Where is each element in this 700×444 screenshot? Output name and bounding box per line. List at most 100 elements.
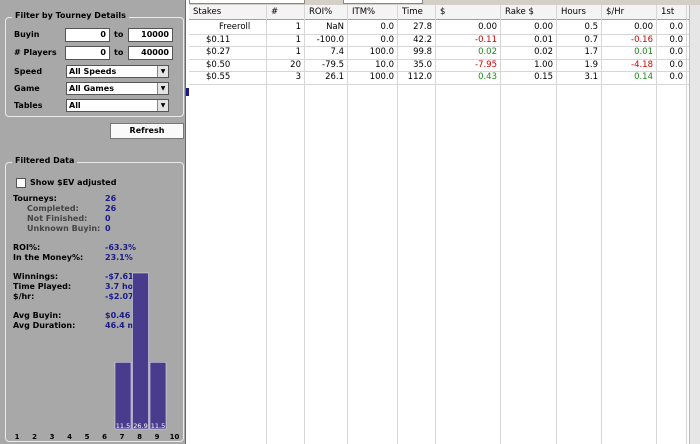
table-cell: -4.18 (631, 59, 653, 70)
finish-histogram: 1 2 3 4 5 6 11.5 7 26.9 8 11.5 9 10 (15, 272, 180, 441)
table-cell: 0.00 (534, 22, 553, 32)
histogram-bar (149, 362, 167, 430)
refresh-button[interactable]: Refresh (110, 123, 184, 139)
table-cell: 0.0 (669, 34, 683, 45)
buyin-max-input[interactable]: 10000 (128, 28, 173, 42)
table-cell: 100.0 (369, 72, 394, 82)
histogram-data-label: 11.5 (151, 422, 165, 430)
histogram-tick-label: 2 (32, 433, 37, 441)
table-cell: 0.00 (634, 22, 653, 32)
table-cell: -100.0 (316, 34, 344, 45)
histogram-tick-label: 4 (67, 433, 72, 441)
speed-select[interactable]: All Speeds ▼ (66, 65, 169, 78)
table-cell: $0.27 (206, 47, 231, 57)
table-cell: 0.02 (478, 47, 497, 57)
results-grid: Stakes#ROI%ITM%Time$Rake $Hours$/Hr1st2n… (189, 0, 700, 444)
histogram-tick-label: 5 (85, 433, 90, 441)
column-header[interactable]: # (267, 5, 305, 20)
table-cell: 1.9 (584, 59, 598, 70)
table-cell: -79.5 (322, 59, 344, 70)
tables-label: Tables (14, 101, 43, 110)
players-max-input[interactable]: 40000 (128, 46, 173, 60)
table-cell: 0.43 (478, 72, 497, 82)
to-label: to (114, 30, 124, 39)
table-cell: $0.55 (206, 72, 231, 82)
table-cell: 0.0 (669, 22, 683, 32)
table-cell: 0.01 (634, 47, 653, 57)
column-header[interactable]: ITM% (348, 5, 398, 20)
filter-group: Filter by Tourney Details Buyin 0 to 100… (5, 11, 184, 117)
table-cell: 3 (295, 72, 301, 82)
histogram-tick-label: 1 (15, 433, 20, 441)
left-panel: Filter by Tourney Details Buyin 0 to 100… (0, 0, 186, 444)
table-cell: 0.0 (669, 72, 683, 82)
table-cell: 0.7 (584, 34, 598, 45)
game-select-value: All Games (69, 84, 114, 93)
table-cell: 0.0 (380, 22, 394, 32)
table-cell: $0.11 (206, 34, 231, 45)
chevron-down-icon[interactable]: ▼ (157, 66, 168, 77)
table-cell: NaN (326, 22, 344, 32)
table-cell: -0.16 (631, 34, 653, 45)
buyin-label: Buyin (14, 30, 40, 39)
table-cell: 10.0 (375, 59, 394, 70)
table-cell: 0.00 (478, 22, 497, 32)
table-cell: 0.0 (380, 34, 394, 45)
table-cell: 35.0 (413, 59, 432, 70)
table-cell: 0.14 (634, 72, 653, 82)
column-header[interactable]: 1st (657, 5, 687, 20)
tables-select[interactable]: All ▼ (66, 99, 169, 112)
table-cell: 1.00 (534, 59, 553, 70)
table-cell: 1 (295, 22, 301, 32)
table-cell: 3.1 (584, 72, 598, 82)
column-header[interactable]: $ (436, 5, 501, 20)
table-cell: $0.50 (206, 59, 231, 70)
table-cell: 0.15 (534, 72, 553, 82)
players-min-input[interactable]: 0 (65, 46, 110, 60)
table-cell: 26.1 (325, 72, 344, 82)
table-cell: 0.02 (534, 47, 553, 57)
chevron-down-icon[interactable]: ▼ (157, 100, 168, 111)
histogram-tick-label: 6 (102, 433, 107, 441)
filter-group-title: Filter by Tourney Details (12, 11, 129, 20)
to-label: to (114, 48, 124, 57)
tables-select-value: All (69, 101, 81, 110)
table-row-divider (189, 83, 700, 85)
histogram-tick-label: 10 (170, 433, 180, 441)
column-header[interactable]: Time (398, 5, 436, 20)
top-field[interactable] (343, 0, 423, 4)
histogram-tick-label: 7 (120, 433, 125, 441)
table-cell: 99.8 (413, 47, 432, 57)
histogram-data-label: 26.9 (133, 422, 147, 430)
table-cell: 0.5 (584, 22, 598, 32)
histogram-bar (132, 272, 149, 430)
table-cell: -0.11 (475, 34, 497, 45)
column-header[interactable]: Stakes (189, 5, 267, 20)
column-header[interactable]: $/Hr (602, 5, 657, 20)
table-cell: 27.8 (413, 22, 432, 32)
game-label: Game (14, 84, 40, 93)
histogram-tick-label: 3 (50, 433, 55, 441)
table-cell: 112.0 (407, 72, 432, 82)
table-cell: 7.4 (330, 47, 344, 57)
table-cell: 0.0 (669, 47, 683, 57)
histogram-tick-label: 9 (155, 433, 160, 441)
game-select[interactable]: All Games ▼ (66, 82, 169, 95)
column-header[interactable]: Hours (557, 5, 602, 20)
histogram-data-label: 11.5 (116, 422, 130, 430)
speed-label: Speed (14, 67, 43, 76)
buyin-min-input[interactable]: 0 (65, 28, 110, 42)
vertical-scrollbar[interactable] (689, 5, 700, 444)
table-cell: 1 (295, 47, 301, 57)
top-field[interactable] (189, 0, 305, 4)
table-cell: 0.0 (669, 59, 683, 70)
table-cell: -7.95 (475, 59, 497, 70)
chevron-down-icon[interactable]: ▼ (157, 83, 168, 94)
table-cell: 100.0 (369, 47, 394, 57)
speed-select-value: All Speeds (69, 67, 117, 76)
table-cell: 1 (295, 34, 301, 45)
histogram-tick-label: 8 (137, 433, 142, 441)
column-header[interactable]: ROI% (305, 5, 348, 20)
column-header[interactable]: Rake $ (501, 5, 557, 20)
players-label: # Players (14, 48, 57, 57)
